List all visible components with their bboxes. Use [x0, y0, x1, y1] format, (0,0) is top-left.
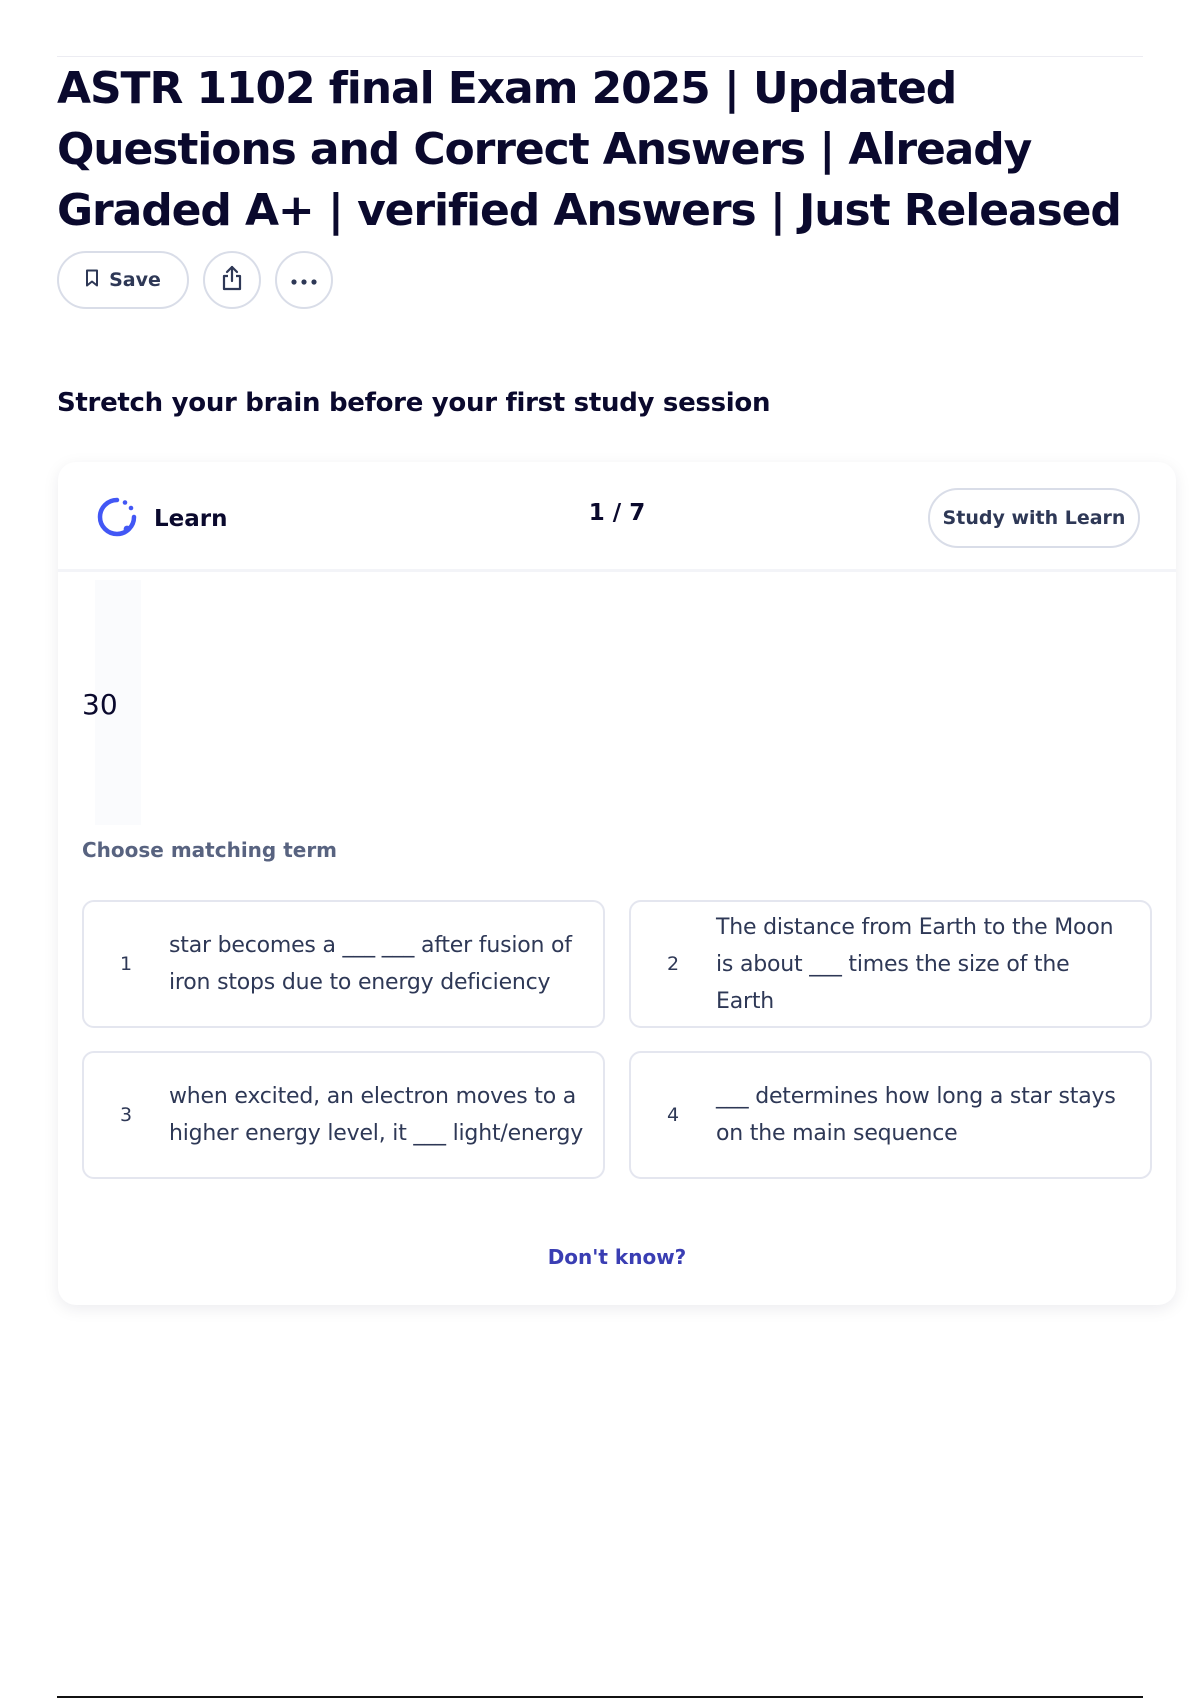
section-heading: Stretch your brain before your first stu… — [57, 388, 771, 418]
prompt-term: 30 — [82, 688, 118, 721]
learn-card: Learn 1 / 7 Study with Learn 30 Choose m… — [58, 462, 1176, 1305]
action-bar: Save — [57, 251, 333, 309]
learn-icon — [96, 496, 138, 542]
option-text: star becomes a ___ ___ after fusion of i… — [169, 933, 572, 995]
choose-matching-label: Choose matching term — [82, 838, 338, 862]
learn-card-header: Learn 1 / 7 Study with Learn — [58, 462, 1176, 572]
option-number: 3 — [120, 1104, 133, 1126]
option-text: when excited, an electron moves to a hig… — [169, 1084, 584, 1146]
dont-know-link[interactable]: Don't know? — [548, 1245, 687, 1269]
learn-mode-label: Learn — [154, 506, 228, 532]
save-label: Save — [109, 269, 161, 291]
answer-option[interactable]: 3 when excited, an electron moves to a h… — [82, 1051, 605, 1179]
option-number: 1 — [120, 953, 133, 975]
share-button[interactable] — [203, 251, 261, 309]
bottom-divider — [57, 1696, 1143, 1698]
dont-know-row: Don't know? — [58, 1245, 1176, 1269]
study-with-learn-button[interactable]: Study with Learn — [928, 488, 1140, 548]
more-options-button[interactable] — [275, 251, 333, 309]
top-divider — [57, 56, 1143, 57]
page-title: ASTR 1102 final Exam 2025 | Updated Ques… — [57, 63, 1122, 236]
learn-mode: Learn — [96, 496, 228, 542]
option-number: 4 — [667, 1104, 680, 1126]
answer-option[interactable]: 2 The distance from Earth to the Moon is… — [629, 900, 1152, 1028]
option-number: 2 — [667, 953, 680, 975]
more-icon — [290, 271, 318, 290]
answer-options: 1 star becomes a ___ ___ after fusion of… — [82, 900, 1152, 1179]
option-text: ___ determines how long a star stays on … — [716, 1084, 1116, 1146]
save-button[interactable]: Save — [57, 251, 189, 309]
answer-option[interactable]: 1 star becomes a ___ ___ after fusion of… — [82, 900, 605, 1028]
share-icon — [220, 264, 244, 296]
bookmark-icon — [85, 269, 99, 292]
option-text: The distance from Earth to the Moon is a… — [716, 914, 1114, 1014]
answer-option[interactable]: 4 ___ determines how long a star stays o… — [629, 1051, 1152, 1179]
